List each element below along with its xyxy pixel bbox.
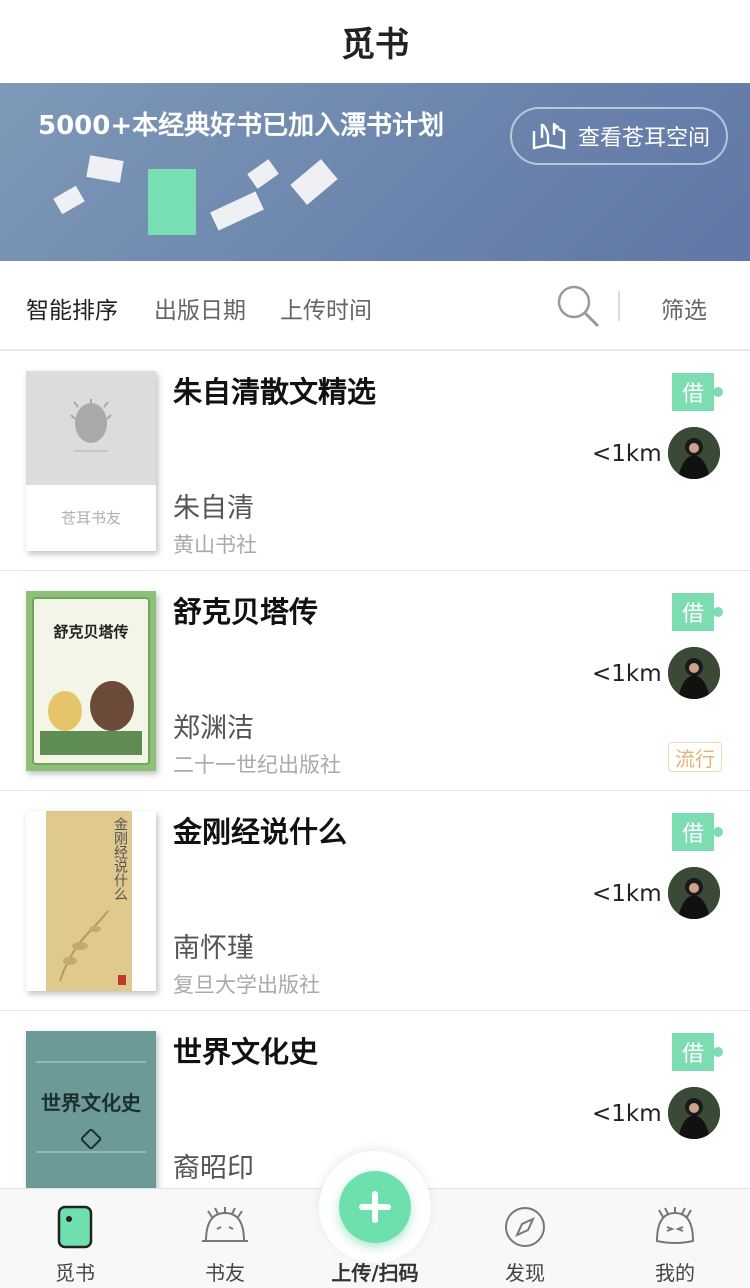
tab-discover[interactable]: 发现 [450, 1189, 600, 1288]
book-title: 朱自清散文精选 [173, 375, 377, 409]
book-title: 舒克贝塔传 [173, 595, 319, 629]
compass-icon [505, 1207, 545, 1247]
floating-paper-decoration [290, 159, 338, 205]
cover-placeholder-area [26, 371, 156, 485]
plus-icon [359, 1191, 391, 1223]
book-cover: 金刚经说什么 [26, 811, 156, 991]
upload-scan-button[interactable] [339, 1171, 411, 1243]
book-cover: 舒克贝塔传 [26, 591, 156, 771]
book-author: 南怀瑾 [173, 933, 254, 964]
divider [618, 291, 620, 321]
book-author: 郑渊洁 [173, 713, 254, 744]
book-title: 金刚经说什么 [173, 815, 348, 849]
book-title: 世界文化史 [173, 1035, 319, 1069]
cover-panel: 金刚经说什么 [46, 811, 132, 991]
avatar-image [668, 647, 720, 699]
my-profile-icon [655, 1207, 695, 1244]
page-title: 觅书 [341, 25, 409, 65]
tab-label: 书友 [205, 1261, 245, 1285]
burdock-mascot-icon [70, 399, 112, 452]
distance-label: <1km [592, 1101, 662, 1127]
book-cover: 世界文化史 [26, 1031, 156, 1211]
tab-label: 觅书 [55, 1261, 95, 1285]
distance-label: <1km [592, 661, 662, 687]
cover-illustration [40, 671, 142, 755]
sort-smart-tab[interactable]: 智能排序 [26, 291, 118, 325]
book-list-item[interactable]: 苍耳书友 朱自清散文精选 朱自清 黄山书社 借 <1km [0, 351, 750, 571]
tab-find-books[interactable]: 觅书 [0, 1189, 150, 1288]
book-author: 朱自清 [173, 493, 254, 524]
book-list-item[interactable]: 舒克贝塔传 舒克贝塔传 郑渊洁 二十一世纪出版社 借 <1km 流行 [0, 571, 750, 791]
cover-plant-drawing [59, 910, 109, 981]
book-space-icon [532, 123, 566, 150]
borrow-badge[interactable]: 借 [672, 373, 714, 411]
avatar-image [668, 1087, 720, 1139]
cover-title-text: 舒克贝塔传 [53, 623, 129, 641]
find-books-icon [57, 1205, 93, 1249]
cover-caption: 苍耳书友 [60, 509, 121, 527]
avatar-image [668, 867, 720, 919]
top-header: 觅书 [0, 0, 750, 83]
filter-button[interactable]: 筛选 [661, 291, 707, 325]
cover-line [36, 1151, 146, 1153]
banner-headline: 5000+本经典好书已加入漂书计划 [38, 111, 445, 141]
book-list-item[interactable]: 金刚经说什么 金刚经说什么 南怀瑾 复旦大学出版社 借 <1km [0, 791, 750, 1011]
book-list: 苍耳书友 朱自清散文精选 朱自清 黄山书社 借 <1km 舒克贝塔传 舒克贝塔传… [0, 351, 750, 1231]
sort-bar: 智能排序 出版日期 上传时间 筛选 [0, 261, 750, 351]
borrow-indicator-dot [713, 607, 723, 617]
distance-label: <1km [592, 441, 662, 467]
borrow-badge[interactable]: 借 [672, 593, 714, 631]
view-space-button[interactable]: 查看苍耳空间 [510, 107, 728, 165]
cover-title-text: 世界文化史 [41, 1091, 141, 1115]
owner-avatar[interactable] [668, 427, 720, 479]
floating-paper-decoration [86, 155, 124, 183]
owner-avatar[interactable] [668, 647, 720, 699]
sort-upload-time-tab[interactable]: 上传时间 [280, 291, 372, 325]
tab-label: 我的 [655, 1261, 695, 1285]
book-publisher: 黄山书社 [173, 533, 257, 557]
borrow-badge[interactable]: 借 [672, 1033, 714, 1071]
cover-line [36, 1061, 146, 1063]
promo-banner[interactable]: 5000+本经典好书已加入漂书计划 查看苍耳空间 [0, 83, 750, 261]
floating-paper-decoration [247, 159, 279, 189]
book-author: 裔昭印 [173, 1153, 254, 1184]
borrow-indicator-dot [713, 827, 723, 837]
tab-mine[interactable]: 我的 [600, 1189, 750, 1288]
popular-tag: 流行 [668, 742, 722, 772]
borrow-indicator-dot [713, 387, 723, 397]
tab-label: 发现 [505, 1261, 545, 1285]
book-publisher: 复旦大学出版社 [173, 973, 320, 997]
floating-paper-decoration [210, 191, 264, 231]
cover-seal [118, 975, 126, 985]
book-publisher: 二十一世纪出版社 [173, 753, 341, 777]
tab-book-friends[interactable]: 书友 [150, 1189, 300, 1288]
distance-label: <1km [592, 881, 662, 907]
owner-avatar[interactable] [668, 1087, 720, 1139]
owner-avatar[interactable] [668, 867, 720, 919]
floating-paper-decoration [53, 185, 85, 215]
borrow-indicator-dot [713, 1047, 723, 1057]
borrow-badge[interactable]: 借 [672, 813, 714, 851]
cover-title-text: 金刚经说什么 [112, 817, 128, 901]
book-illustration [148, 169, 196, 235]
book-cover: 苍耳书友 [26, 371, 156, 551]
avatar-image [668, 427, 720, 479]
search-icon[interactable] [555, 283, 601, 329]
view-space-label: 查看苍耳空间 [578, 126, 711, 151]
sort-publish-date-tab[interactable]: 出版日期 [154, 291, 246, 325]
book-friends-icon [202, 1207, 248, 1242]
cover-knot-emblem [81, 1129, 101, 1149]
